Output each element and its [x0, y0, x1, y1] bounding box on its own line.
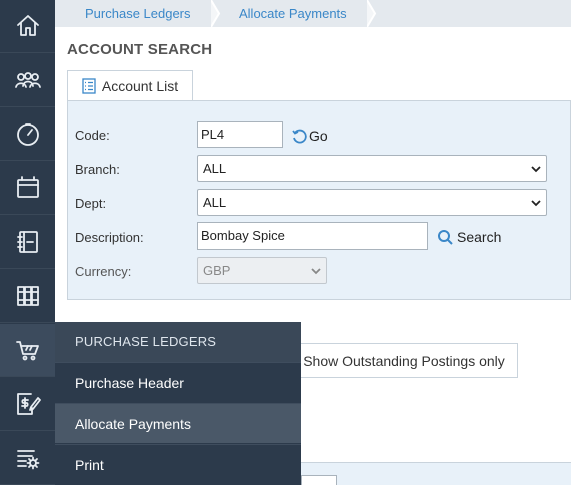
refresh-icon [292, 129, 307, 143]
menu-item-allocate-payments[interactable]: Allocate Payments [55, 403, 301, 443]
account-list-label: Account List [101, 78, 179, 94]
go-label: Go [309, 128, 328, 144]
nav-dashboard[interactable] [0, 108, 55, 161]
currency-label: Currency: [75, 264, 132, 279]
cart-icon [15, 341, 39, 361]
account-list-button[interactable]: Account List [67, 70, 193, 101]
nav-invoices[interactable] [0, 378, 55, 431]
purchase-ledgers-flyout-menu: PURCHASE LEDGERS Purchase Header Allocat… [55, 322, 301, 485]
books-icon [16, 286, 39, 306]
branch-label: Branch: [75, 162, 120, 177]
nav-ledger[interactable] [0, 216, 55, 269]
search-button[interactable]: Search [437, 228, 501, 246]
dept-select-value: ALL [203, 195, 227, 210]
dept-select[interactable]: ALL [197, 189, 547, 216]
results-panel [301, 462, 571, 485]
nav-archive[interactable] [0, 162, 55, 215]
invoice-pen-icon [16, 393, 41, 415]
nav-purchase-ledgers[interactable] [0, 324, 55, 377]
breadcrumb-separator-icon [211, 0, 221, 27]
users-icon [14, 72, 41, 88]
nav-settings[interactable] [0, 432, 55, 485]
search-icon [438, 229, 453, 245]
nav-rail [0, 0, 55, 485]
page-title: ACCOUNT SEARCH [67, 41, 213, 58]
nav-books[interactable] [0, 270, 55, 323]
menu-item-purchase-header[interactable]: Purchase Header [55, 362, 301, 402]
dashboard-icon [16, 123, 39, 146]
flyout-header: PURCHASE LEDGERS [55, 322, 301, 362]
nav-home[interactable] [0, 0, 55, 53]
dept-label: Dept: [75, 196, 107, 211]
breadcrumb: Purchase Ledgers Allocate Payments [55, 0, 571, 27]
results-input[interactable] [301, 475, 337, 485]
breadcrumb-allocate-payments[interactable]: Allocate Payments [239, 0, 347, 27]
breadcrumb-separator-icon [367, 0, 377, 27]
description-label: Description: [75, 230, 144, 245]
archive-icon [16, 176, 39, 198]
ledger-book-icon [16, 231, 38, 253]
search-label: Search [457, 229, 502, 245]
currency-select-value: GBP [203, 263, 231, 278]
chevron-down-icon [311, 268, 321, 275]
description-input[interactable]: Bombay Spice [197, 222, 428, 250]
nav-users[interactable] [0, 54, 55, 107]
breadcrumb-purchase-ledgers[interactable]: Purchase Ledgers [85, 0, 191, 27]
code-label: Code: [75, 128, 110, 143]
chevron-down-icon [531, 166, 541, 173]
branch-select[interactable]: ALL [197, 155, 547, 182]
list-icon [82, 78, 96, 94]
code-input[interactable]: PL4 [197, 121, 283, 148]
currency-select: GBP [197, 257, 327, 284]
home-icon [16, 15, 39, 36]
go-button[interactable]: Go [292, 127, 328, 145]
chevron-down-icon [531, 200, 541, 207]
show-outstanding-postings-button[interactable]: Show Outstanding Postings only [290, 343, 518, 378]
menu-item-print[interactable]: Print [55, 444, 301, 484]
branch-select-value: ALL [203, 161, 227, 176]
settings-list-icon [16, 450, 39, 470]
